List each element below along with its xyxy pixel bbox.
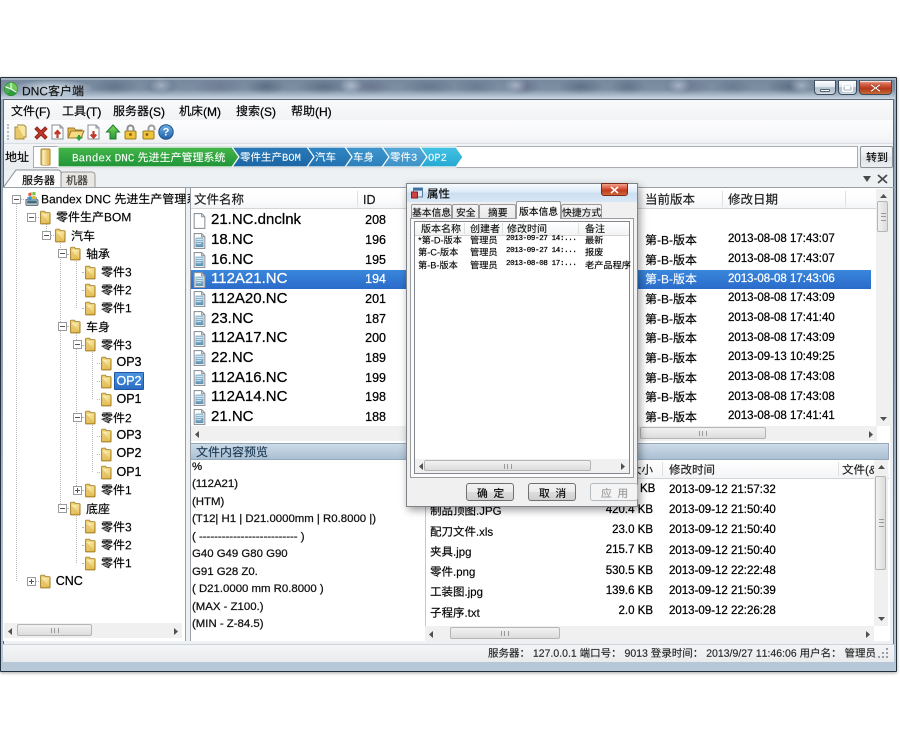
svg-text:?: ? bbox=[163, 127, 170, 139]
